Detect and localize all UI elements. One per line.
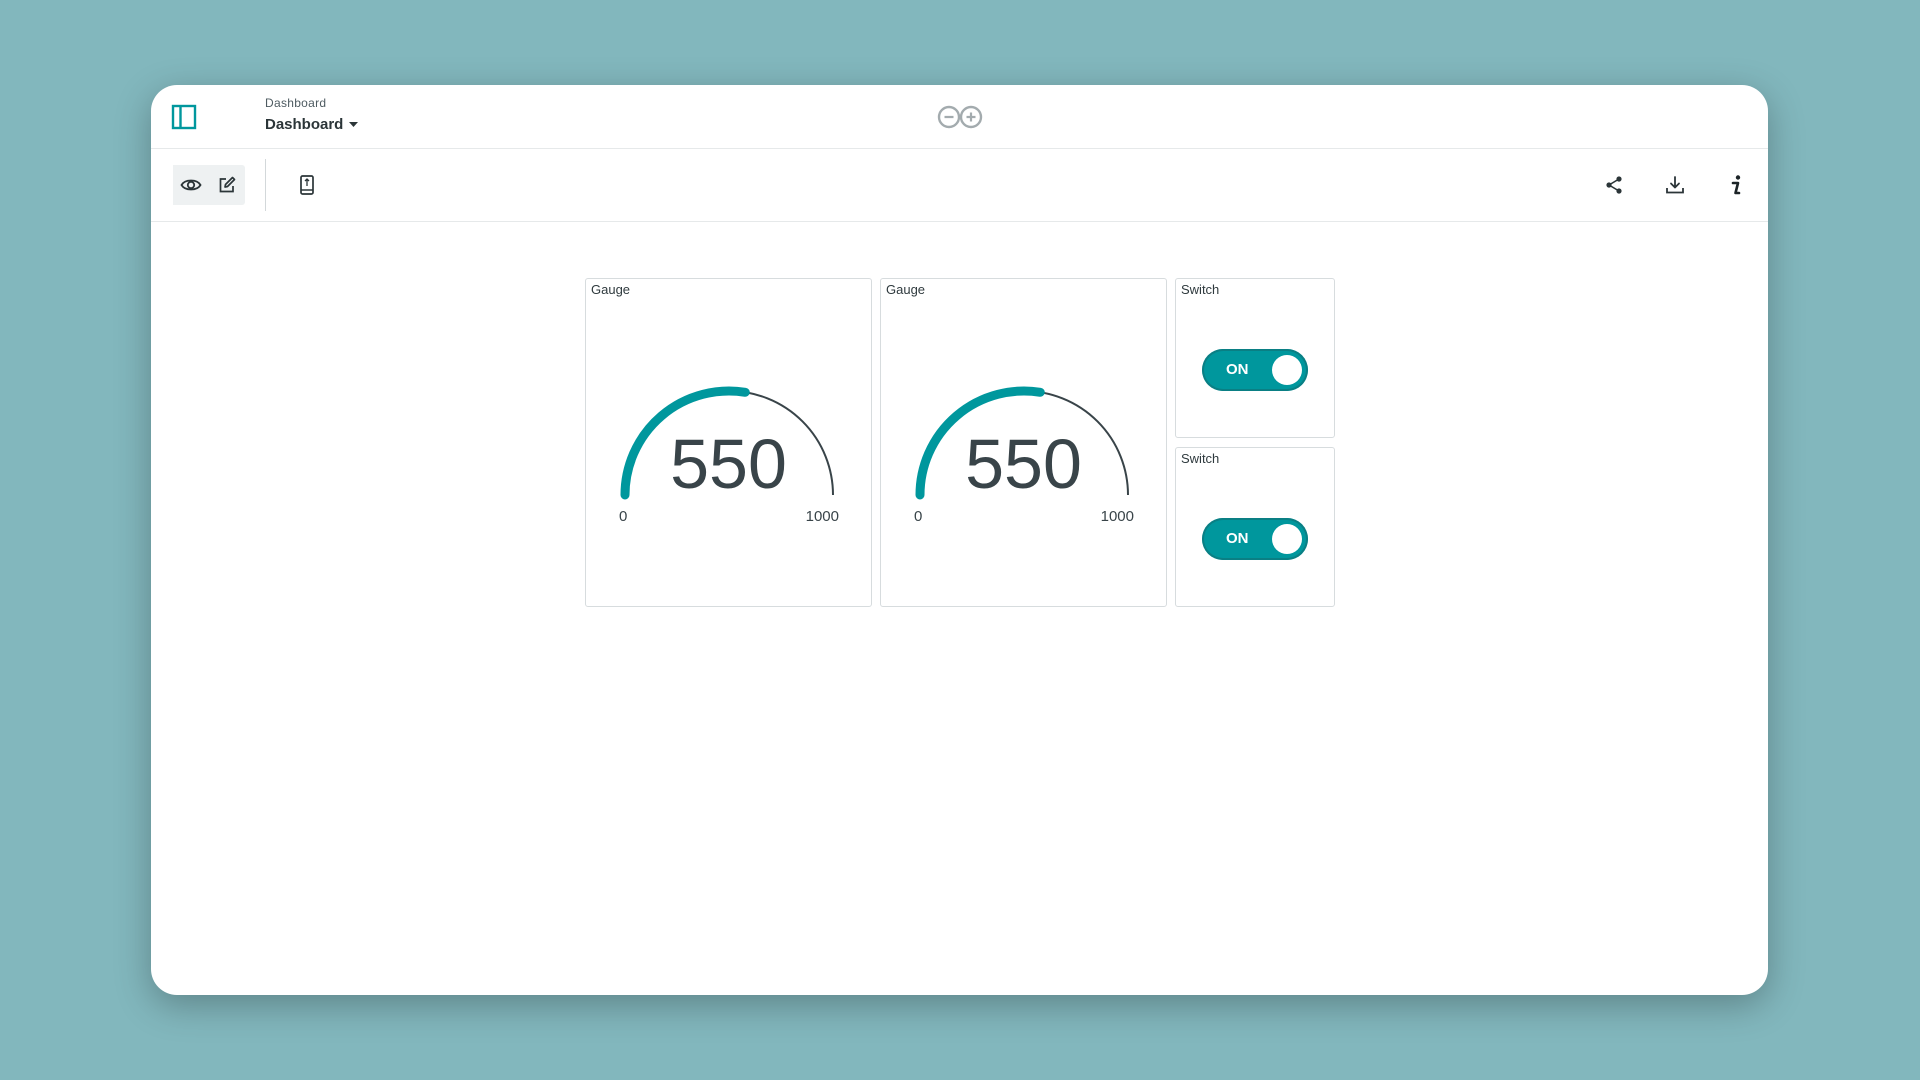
toolbar-divider [265,159,266,211]
gauge-widget-1[interactable]: Gauge 550 0 1000 [585,278,872,607]
info-button[interactable] [1722,171,1750,199]
switch-state-label: ON [1226,530,1249,547]
download-icon [1666,176,1684,194]
gauge-min-label: 0 [914,508,923,525]
sidebar-toggle-button[interactable] [169,102,199,132]
toolbar [151,149,1768,222]
sidebar-icon [171,104,197,130]
gauge-max-label: 1000 [805,508,839,525]
mobile-phone-icon [300,175,314,195]
switch-widget-2[interactable]: Switch ON [1175,447,1335,607]
switch-state-label: ON [1226,361,1249,378]
arduino-logo-icon [937,105,983,129]
edit-mode-button[interactable] [209,165,245,205]
page-title: Dashboard [265,116,344,133]
caret-down-icon [349,121,359,128]
download-button[interactable] [1661,171,1689,199]
switch-widget-1[interactable]: Switch ON [1175,278,1335,438]
switch-knob [1272,524,1302,554]
gauge-min-label: 0 [619,508,628,525]
eye-icon [180,179,202,191]
mode-toggle-group [173,165,245,205]
top-bar: Dashboard Dashboard [151,85,1768,149]
mobile-view-button[interactable] [293,171,321,199]
title-block: Dashboard Dashboard [265,96,359,133]
widget-title: Switch [1181,451,1220,466]
gauge-value: 550 [670,425,787,503]
gauge-max-label: 1000 [1100,508,1134,525]
share-button[interactable] [1600,171,1628,199]
switch-toggle[interactable]: ON [1202,518,1308,560]
pencil-edit-icon [219,176,236,193]
app-window: Dashboard Dashboard Gauge 550 0 1000 Gau… [151,85,1768,995]
gauge-value: 550 [965,425,1082,503]
switch-knob [1272,355,1302,385]
view-mode-button[interactable] [173,165,209,205]
gauge-widget-2[interactable]: Gauge 550 0 1000 [880,278,1167,607]
widget-title: Switch [1181,282,1220,297]
breadcrumb: Dashboard [265,96,327,110]
dashboard-title-dropdown[interactable]: Dashboard [265,116,359,133]
share-icon [1606,176,1622,194]
info-icon [1731,175,1741,195]
switch-toggle[interactable]: ON [1202,349,1308,391]
